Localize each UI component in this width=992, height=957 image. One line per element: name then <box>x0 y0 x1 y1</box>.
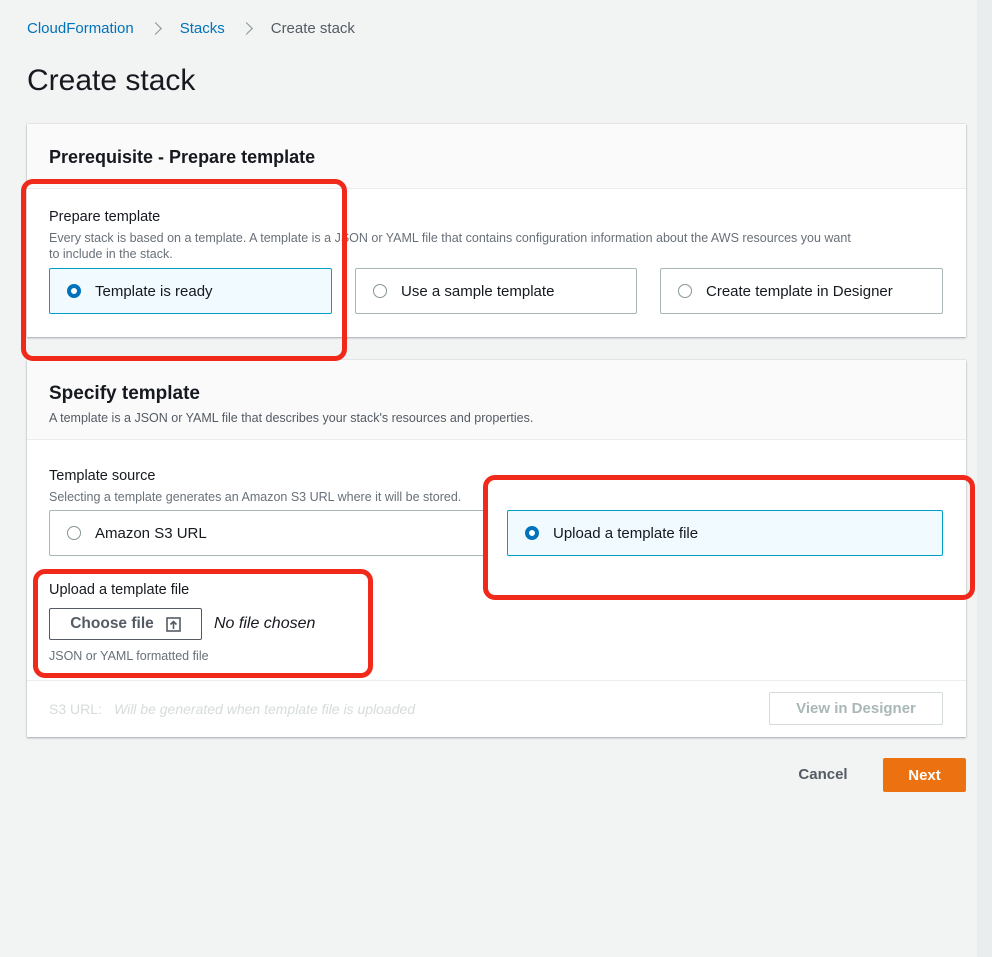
radio-checked-icon[interactable] <box>67 284 81 298</box>
specify-template-header: Specify template A template is a JSON or… <box>27 360 966 440</box>
prerequisite-header: Prerequisite - Prepare template <box>27 124 966 189</box>
specify-template-desc: A template is a JSON or YAML file that d… <box>49 411 534 425</box>
prepare-template-desc: Every stack is based on a template. A te… <box>49 231 851 261</box>
chevron-right-icon <box>148 21 162 35</box>
s3-url-row: S3 URL: Will be generated when template … <box>27 680 966 737</box>
specify-template-panel: Specify template A template is a JSON or… <box>27 360 966 737</box>
prepare-template-label: Prepare template <box>49 209 161 225</box>
no-file-chosen-text: No file chosen <box>214 615 316 632</box>
upload-file-label: Upload a template file <box>49 582 190 598</box>
prerequisite-panel: Prerequisite - Prepare template Prepare … <box>27 124 966 337</box>
view-in-designer-button[interactable]: View in Designer <box>769 692 943 725</box>
option-sample-template[interactable]: Use a sample template <box>355 268 637 314</box>
breadcrumb-current: Create stack <box>270 19 355 37</box>
radio-unchecked-icon[interactable] <box>678 284 692 298</box>
specify-template-title: Specify template <box>49 383 200 404</box>
prerequisite-title: Prerequisite - Prepare template <box>49 147 316 167</box>
scrollbar-track[interactable] <box>977 0 992 957</box>
option-amazon-s3-url[interactable]: Amazon S3 URL <box>49 510 485 556</box>
template-source-label: Template source <box>49 468 156 484</box>
s3-url-value: Will be generated when template file is … <box>114 701 416 717</box>
option-upload-template-file[interactable]: Upload a template file <box>507 510 943 556</box>
option-create-in-designer[interactable]: Create template in Designer <box>660 268 943 314</box>
cancel-button[interactable]: Cancel <box>783 758 863 791</box>
radio-unchecked-icon[interactable] <box>373 284 387 298</box>
choose-file-button[interactable]: Choose file <box>49 608 202 640</box>
upload-hint: JSON or YAML formatted file <box>49 649 209 663</box>
chevron-right-icon <box>239 21 253 35</box>
s3-url-label: S3 URL: <box>49 701 102 717</box>
next-button[interactable]: Next <box>883 758 966 792</box>
option-template-ready[interactable]: Template is ready <box>49 268 332 314</box>
breadcrumb-cloudformation[interactable]: CloudFormation <box>27 20 134 37</box>
template-source-desc: Selecting a template generates an Amazon… <box>49 490 462 504</box>
breadcrumb: CloudFormation Stacks Create stack <box>27 17 355 39</box>
breadcrumb-stacks[interactable]: Stacks <box>180 20 225 37</box>
radio-unchecked-icon[interactable] <box>67 526 81 540</box>
upload-icon <box>165 616 181 632</box>
page-title: Create stack <box>27 64 196 97</box>
radio-checked-icon[interactable] <box>525 526 539 540</box>
